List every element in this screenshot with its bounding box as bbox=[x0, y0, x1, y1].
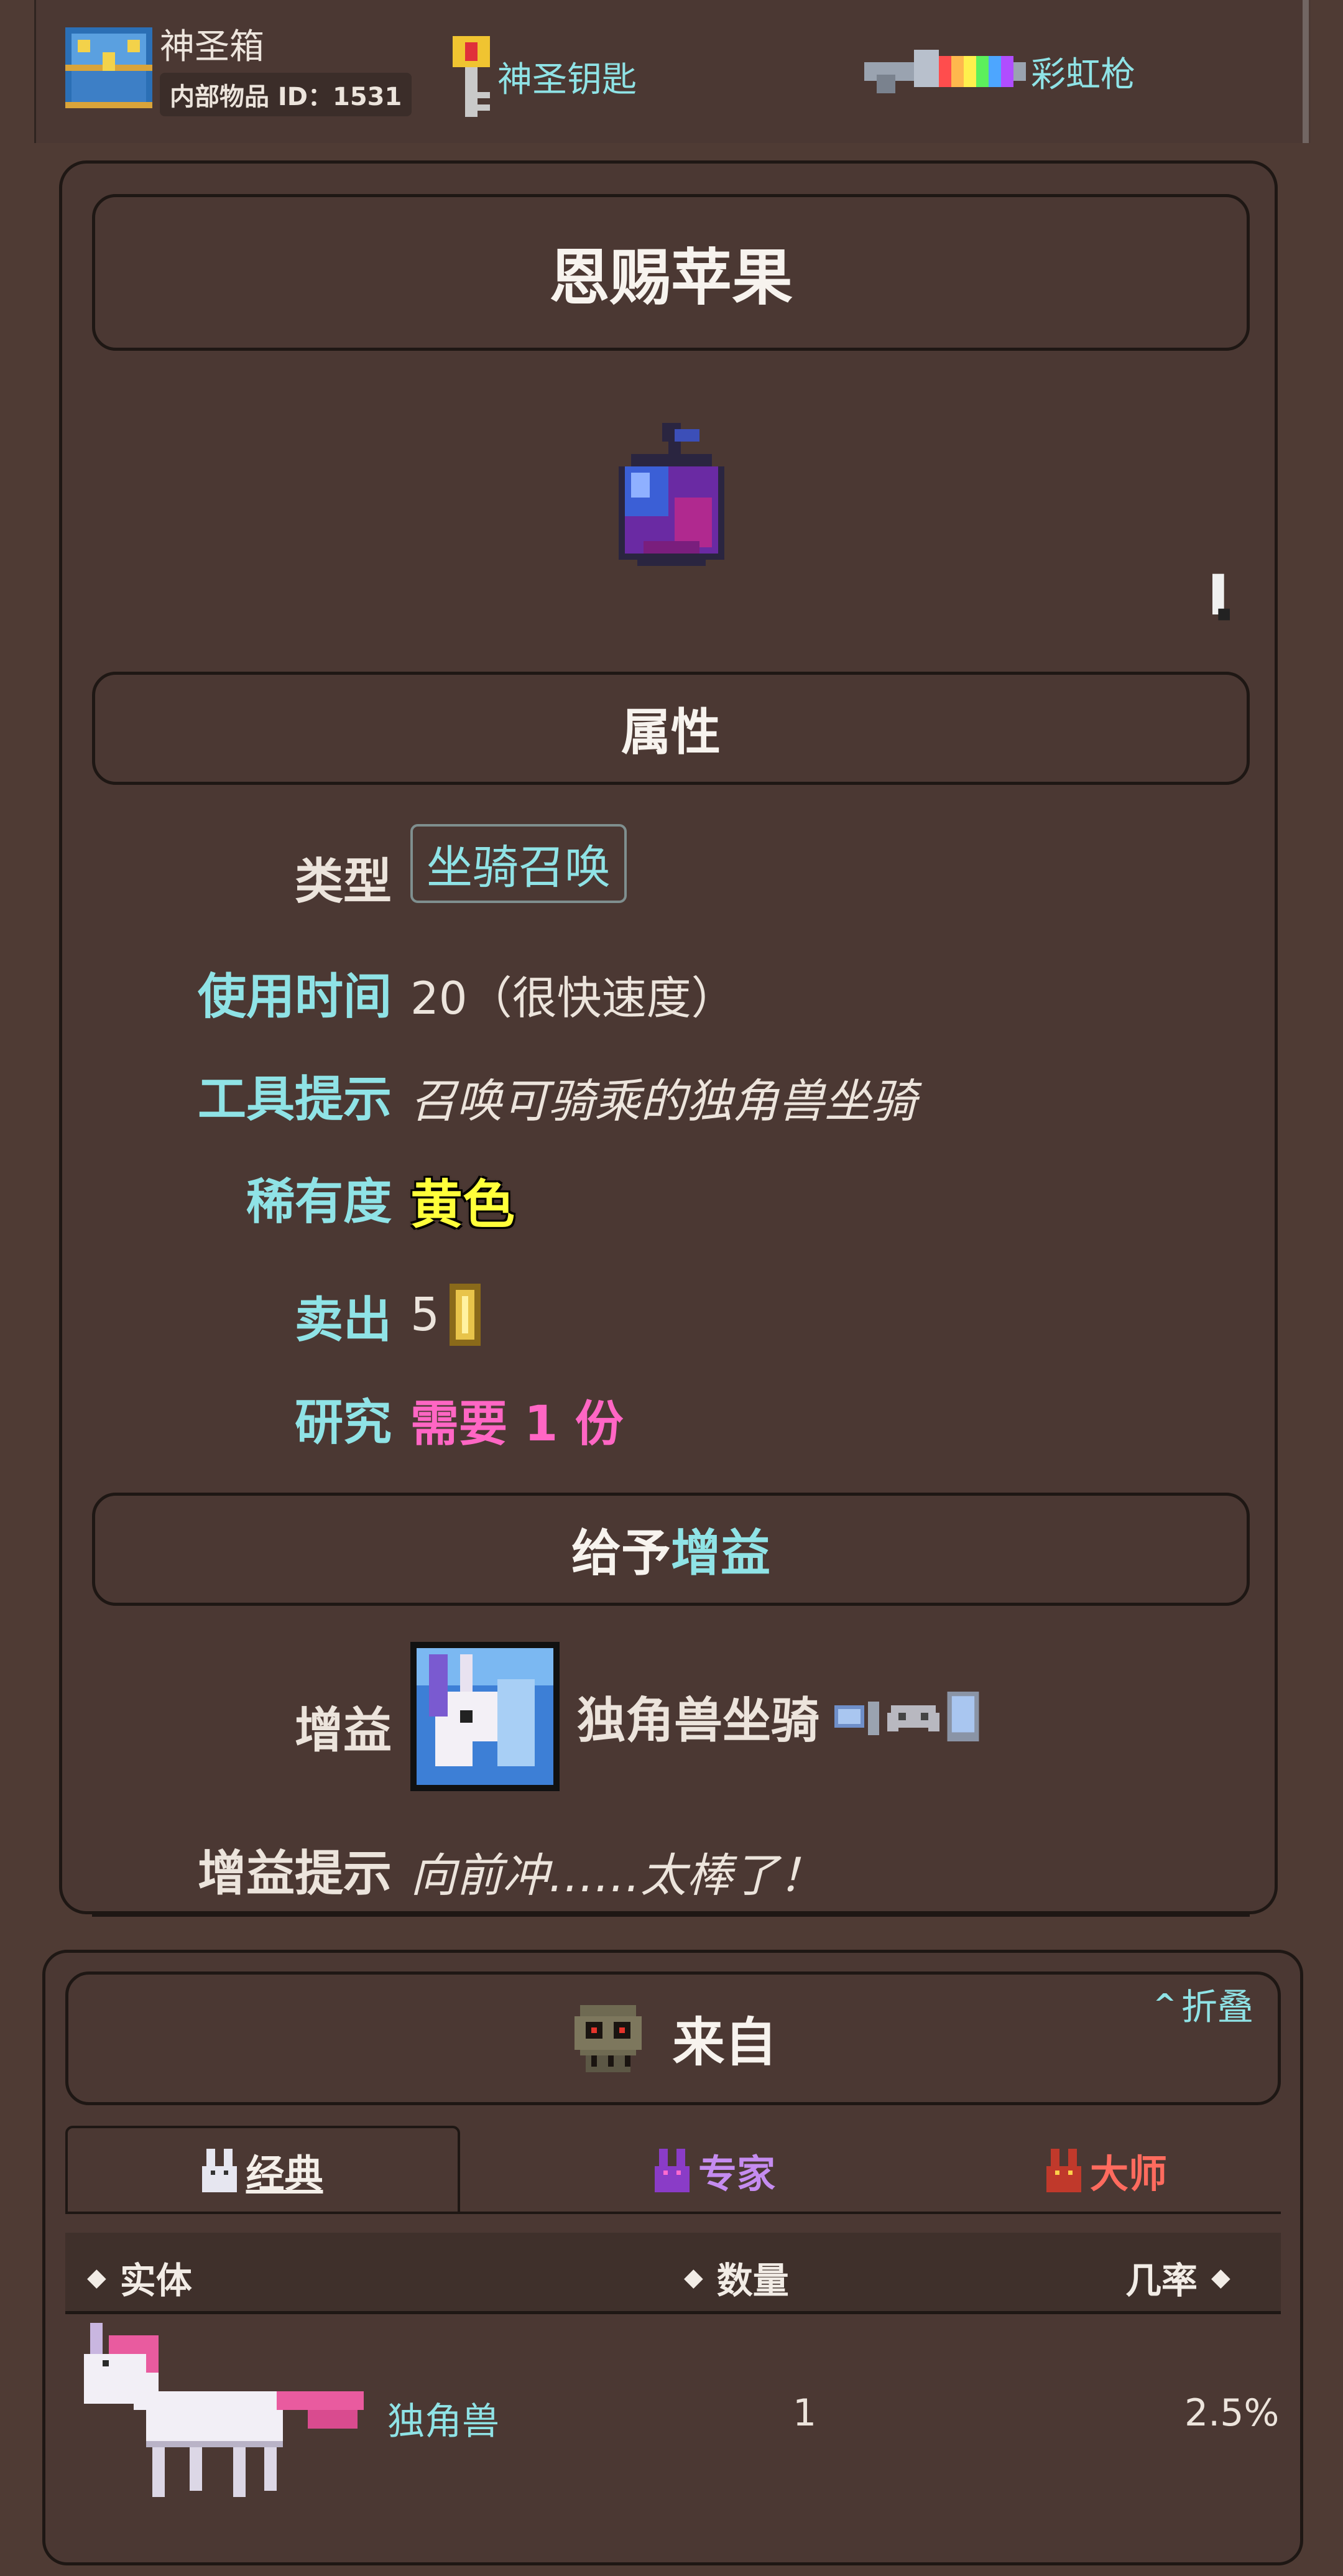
sort-icon: ◆ bbox=[1211, 2263, 1230, 2292]
unicorn-mount-buff-icon[interactable] bbox=[410, 1642, 560, 1791]
use-time-label[interactable]: 使用时间 bbox=[198, 958, 392, 1027]
skull-icon bbox=[575, 2004, 642, 2072]
sell-label[interactable]: 卖出 bbox=[295, 1281, 392, 1351]
buff-name[interactable]: 独角兽坐骑 bbox=[577, 1682, 819, 1751]
chance-value: 2.5% bbox=[1184, 2391, 1280, 2435]
sparkle-icon bbox=[1212, 573, 1230, 621]
sort-icon: ◆ bbox=[87, 2263, 106, 2292]
tooltip-label[interactable]: 工具提示 bbox=[198, 1060, 392, 1130]
card-divider bbox=[92, 1914, 1250, 1917]
type-row: 类型 坐骑召唤 bbox=[0, 824, 1343, 910]
chevron-up-icon: ^ bbox=[1153, 1988, 1176, 2020]
desktop-icon bbox=[834, 1702, 880, 1735]
entity-name[interactable]: 独角兽 bbox=[387, 2391, 499, 2445]
use-time-row: 使用时间 20（很快速度） bbox=[0, 958, 1343, 1025]
gold-coin-icon bbox=[450, 1284, 481, 1346]
col-chance-label[interactable]: 几率 bbox=[1125, 2251, 1198, 2304]
buff-tip-label: 增益提示 bbox=[197, 1846, 392, 1902]
table-row: 独角兽 1 2.5% bbox=[65, 2323, 1281, 2509]
buff-header-link[interactable]: 增益 bbox=[671, 1524, 770, 1582]
console-icon bbox=[887, 1705, 940, 1731]
internal-id-label: 内部物品 ID： bbox=[170, 83, 333, 111]
rarity-row: 稀有度 黄色 bbox=[0, 1163, 1343, 1235]
tab-classic-label[interactable]: 经典 bbox=[246, 2143, 323, 2198]
from-title: 来自 bbox=[672, 2012, 777, 2073]
rainbow-gun-name[interactable]: 彩虹枪 bbox=[1031, 47, 1135, 97]
table-header bbox=[65, 2233, 1281, 2312]
research-row: 研究 需要 1 份 bbox=[0, 1384, 1343, 1452]
bunny-classic-icon bbox=[202, 2149, 238, 2192]
sort-icon: ◆ bbox=[684, 2263, 703, 2292]
rainbow-gun-icon bbox=[864, 50, 1026, 93]
key-item[interactable]: 神圣钥匙 bbox=[453, 36, 637, 117]
rainbow-gun-item[interactable]: 彩虹枪 bbox=[864, 44, 1135, 100]
rarity-label[interactable]: 稀有度 bbox=[246, 1163, 392, 1233]
item-title-panel: 恩赐苹果 bbox=[92, 194, 1250, 351]
bunny-expert-icon bbox=[654, 2149, 690, 2192]
tab-classic[interactable]: 经典 bbox=[65, 2133, 460, 2208]
research-value: 需要 1 份 bbox=[410, 1396, 624, 1452]
collapse-label[interactable]: 折叠 bbox=[1181, 1978, 1253, 2030]
col-chance[interactable]: 几率 ◆ bbox=[1125, 2251, 1230, 2304]
attributes-header: 属性 bbox=[92, 672, 1250, 785]
type-label: 类型 bbox=[294, 854, 392, 910]
research-label[interactable]: 研究 bbox=[295, 1384, 392, 1453]
buff-tip-row: 增益提示 向前冲……太棒了！ bbox=[0, 1835, 1343, 1902]
col-entity[interactable]: ◆ 实体 bbox=[87, 2251, 192, 2304]
sell-value: 5 bbox=[410, 1288, 440, 1341]
attributes-title: 属性 bbox=[621, 703, 721, 761]
table-header-underline bbox=[65, 2311, 1281, 2314]
tooltip-value: 召唤可骑乘的独角兽坐骑 bbox=[410, 1075, 916, 1128]
key-name[interactable]: 神圣钥匙 bbox=[497, 52, 637, 102]
hallowed-key-icon bbox=[453, 36, 490, 117]
rarity-value: 黄色 bbox=[410, 1174, 515, 1235]
item-title: 恩赐苹果 bbox=[548, 243, 793, 313]
tab-master-label[interactable]: 大师 bbox=[1090, 2143, 1167, 2198]
quantity-value: 1 bbox=[793, 2391, 817, 2435]
collapse-toggle[interactable]: ^ 折叠 bbox=[1153, 1978, 1253, 2030]
internal-id-value: 1531 bbox=[333, 83, 402, 111]
type-tag[interactable]: 坐骑召唤 bbox=[410, 824, 627, 903]
horizontal-scrollbar[interactable] bbox=[1303, 0, 1309, 143]
tab-expert[interactable]: 专家 bbox=[560, 2133, 870, 2208]
col-quantity-label[interactable]: 数量 bbox=[717, 2251, 789, 2304]
buff-tip-value: 向前冲……太棒了！ bbox=[410, 1849, 824, 1902]
col-entity-label[interactable]: 实体 bbox=[120, 2251, 192, 2304]
col-quantity[interactable]: ◆ 数量 bbox=[684, 2251, 789, 2304]
chest-name[interactable]: 神圣箱 bbox=[160, 19, 412, 69]
tab-expert-label[interactable]: 专家 bbox=[698, 2143, 775, 2198]
tab-baseline bbox=[65, 2212, 1281, 2214]
use-time-value: 20（很快速度） bbox=[410, 972, 736, 1024]
hallowed-chest-icon bbox=[65, 27, 152, 108]
sell-row: 卖出 5 bbox=[0, 1281, 1343, 1350]
unicorn-sprite-icon[interactable] bbox=[72, 2323, 382, 2509]
purple-apple-icon bbox=[619, 423, 724, 566]
buff-header-prefix: 给予 bbox=[571, 1524, 671, 1582]
tab-master[interactable]: 大师 bbox=[970, 2133, 1244, 2208]
tooltip-row: 工具提示 召唤可骑乘的独角兽坐骑 bbox=[0, 1060, 1343, 1128]
chest-item[interactable]: 神圣箱 内部物品 ID：1531 bbox=[65, 19, 412, 116]
buff-label: 增益 bbox=[294, 1703, 392, 1759]
mobile-icon bbox=[947, 1692, 979, 1741]
from-header: 来自 bbox=[65, 1971, 1281, 2105]
buff-header: 给予增益 bbox=[92, 1493, 1250, 1606]
internal-id-badge: 内部物品 ID：1531 bbox=[160, 73, 412, 116]
buff-row: 增益 独角兽坐骑 bbox=[0, 1642, 1343, 1797]
bunny-master-icon bbox=[1046, 2149, 1081, 2192]
